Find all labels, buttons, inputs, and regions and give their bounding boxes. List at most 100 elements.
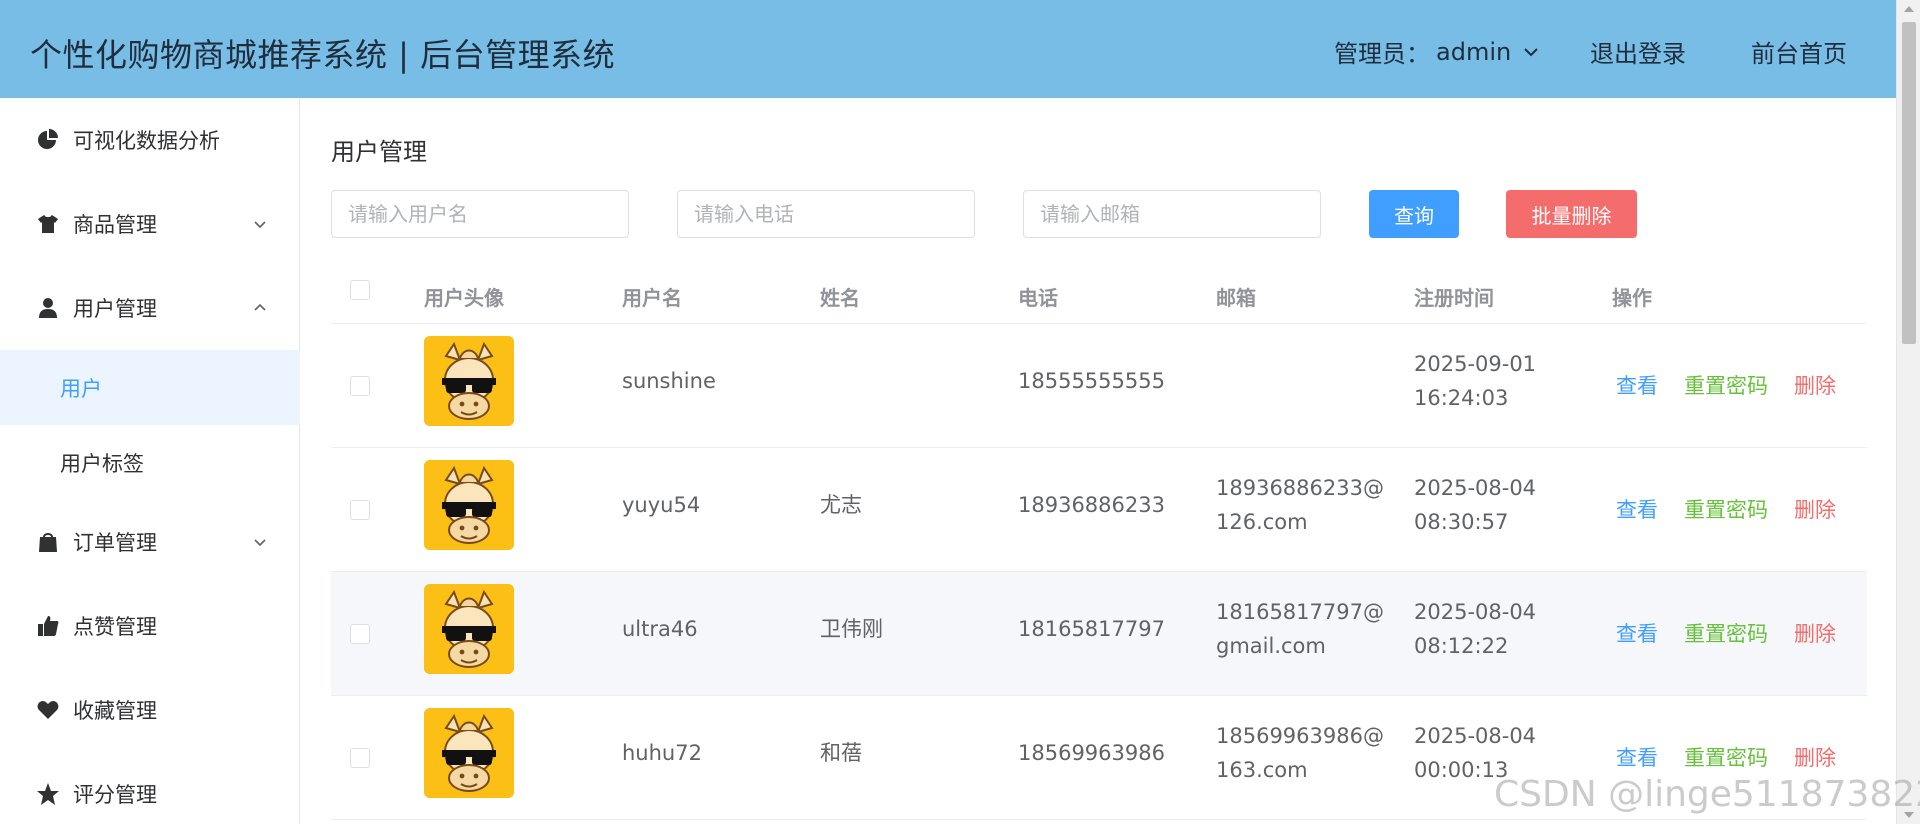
user-table: 用户头像 用户名 姓名 电话 邮箱 注册时间 操作 sunshine 18555… xyxy=(331,268,1867,820)
user-avatar xyxy=(424,336,514,426)
sidebar-item-label: 点赞管理 xyxy=(73,615,157,639)
sidebar: 可视化数据分析 商品管理 用户管理 用户 用户标签 订单管理 点赞管理 收藏管理… xyxy=(0,98,300,824)
row-checkbox[interactable] xyxy=(350,500,370,520)
sidebar-item-products[interactable]: 商品管理 xyxy=(0,182,300,266)
cell-register-date: 2025-09-01 xyxy=(1414,352,1537,376)
table-body: sunshine 18555555555 2025-09-01 16:24:03… xyxy=(331,324,1867,820)
table-row: ultra46 卫伟刚 18165817797 18165817797@ gma… xyxy=(331,572,1867,696)
username-search-input[interactable] xyxy=(331,190,629,238)
cell-register-clock: 08:12:22 xyxy=(1414,634,1509,658)
user-icon xyxy=(36,296,60,320)
table-header: 用户头像 用户名 姓名 电话 邮箱 注册时间 操作 xyxy=(331,268,1867,324)
cell-register-date: 2025-08-04 xyxy=(1414,476,1537,500)
user-avatar xyxy=(424,584,514,674)
delete-link[interactable]: 删除 xyxy=(1794,742,1836,772)
chevron-down-icon xyxy=(254,221,266,229)
shopping-bag-icon xyxy=(36,530,60,554)
reset-password-link[interactable]: 重置密码 xyxy=(1684,618,1768,648)
reset-password-link[interactable]: 重置密码 xyxy=(1684,494,1768,524)
cell-name: 卫伟刚 xyxy=(820,617,883,641)
table-row: yuyu54 尤志 18936886233 18936886233@ 126.c… xyxy=(331,448,1867,572)
main-content: 用户管理 查询 批量删除 用户头像 用户名 姓名 电话 邮箱 注册时间 操作 xyxy=(301,98,1896,824)
cell-email-line-2: gmail.com xyxy=(1216,634,1326,658)
sidebar-item-ratings[interactable]: 评分管理 xyxy=(0,752,300,824)
batch-delete-button[interactable]: 批量删除 xyxy=(1506,190,1637,238)
phone-search-input[interactable] xyxy=(677,190,975,238)
thumbs-up-icon xyxy=(36,614,60,638)
row-checkbox[interactable] xyxy=(350,376,370,396)
view-link[interactable]: 查看 xyxy=(1616,618,1658,648)
cell-register-clock: 08:30:57 xyxy=(1414,510,1509,534)
reset-password-link[interactable]: 重置密码 xyxy=(1684,370,1768,400)
admin-label: 管理员： xyxy=(1334,40,1430,68)
query-button[interactable]: 查询 xyxy=(1369,190,1459,238)
delete-link[interactable]: 删除 xyxy=(1794,618,1836,648)
frontend-home-link[interactable]: 前台首页 xyxy=(1751,34,1847,69)
cell-register-date: 2025-08-04 xyxy=(1414,600,1537,624)
view-link[interactable]: 查看 xyxy=(1616,370,1658,400)
sidebar-item-label: 用户管理 xyxy=(73,297,157,321)
column-header-register-time: 注册时间 xyxy=(1414,286,1494,310)
admin-name: admin xyxy=(1436,37,1512,66)
row-checkbox[interactable] xyxy=(350,624,370,644)
row-checkbox[interactable] xyxy=(350,748,370,768)
cell-email-line-2: 126.com xyxy=(1216,510,1308,534)
cell-email: 18165817797@ gmail.com xyxy=(1216,595,1384,663)
cartoon-horse-avatar-icon xyxy=(424,460,514,550)
cell-register-clock: 16:24:03 xyxy=(1414,386,1509,410)
sidebar-subitem-user-tags[interactable]: 用户标签 xyxy=(0,425,300,500)
user-avatar xyxy=(424,460,514,550)
cell-username: yuyu54 xyxy=(622,493,701,517)
sidebar-item-users[interactable]: 用户管理 xyxy=(0,266,300,350)
sidebar-subitem-label: 用户标签 xyxy=(60,451,144,476)
sidebar-subitem-users[interactable]: 用户 xyxy=(0,350,300,425)
pie-chart-icon xyxy=(36,128,60,152)
select-all-checkbox[interactable] xyxy=(350,280,370,300)
chevron-down-icon xyxy=(254,539,266,547)
sidebar-item-orders[interactable]: 订单管理 xyxy=(0,500,300,584)
scroll-up-arrow-icon[interactable] xyxy=(1904,6,1914,12)
cell-email-line-1: 18936886233@ xyxy=(1216,476,1384,500)
cell-phone: 18569963986 xyxy=(1018,741,1165,765)
cartoon-horse-avatar-icon xyxy=(424,708,514,798)
cartoon-horse-avatar-icon xyxy=(424,336,514,426)
cartoon-horse-avatar-icon xyxy=(424,584,514,674)
column-header-actions: 操作 xyxy=(1612,286,1652,310)
cell-username: ultra46 xyxy=(622,617,698,641)
logout-link[interactable]: 退出登录 xyxy=(1590,34,1686,69)
heart-icon xyxy=(36,698,60,722)
cell-email-line-2: 163.com xyxy=(1216,758,1308,782)
page-scrollbar[interactable] xyxy=(1896,0,1920,824)
column-header-avatar: 用户头像 xyxy=(424,286,504,310)
sidebar-item-label: 商品管理 xyxy=(73,213,157,237)
cell-phone: 18936886233 xyxy=(1018,493,1165,517)
column-header-phone: 电话 xyxy=(1018,286,1058,310)
cell-register-time: 2025-08-04 08:12:22 xyxy=(1414,595,1536,663)
cell-name: 和蓓 xyxy=(820,741,862,765)
column-header-email: 邮箱 xyxy=(1216,286,1256,310)
cell-phone: 18555555555 xyxy=(1018,369,1165,393)
scrollbar-thumb[interactable] xyxy=(1902,22,1916,344)
cell-email-line-1: 18569963986@ xyxy=(1216,724,1384,748)
delete-link[interactable]: 删除 xyxy=(1794,494,1836,524)
sidebar-item-favorites[interactable]: 收藏管理 xyxy=(0,668,300,752)
sidebar-item-label: 可视化数据分析 xyxy=(73,129,220,153)
sidebar-item-data-analysis[interactable]: 可视化数据分析 xyxy=(0,98,300,182)
cell-register-date: 2025-08-04 xyxy=(1414,724,1537,748)
sidebar-item-likes[interactable]: 点赞管理 xyxy=(0,584,300,668)
table-row: sunshine 18555555555 2025-09-01 16:24:03… xyxy=(331,324,1867,448)
sidebar-subitem-label: 用户 xyxy=(60,376,102,401)
admin-dropdown[interactable]: 管理员： admin xyxy=(1334,34,1541,69)
sidebar-item-label: 订单管理 xyxy=(73,531,157,555)
delete-link[interactable]: 删除 xyxy=(1794,370,1836,400)
page-title: 用户管理 xyxy=(331,138,427,166)
view-link[interactable]: 查看 xyxy=(1616,494,1658,524)
column-header-name: 姓名 xyxy=(820,286,860,310)
cell-username: huhu72 xyxy=(622,741,702,765)
email-search-input[interactable] xyxy=(1023,190,1321,238)
view-link[interactable]: 查看 xyxy=(1616,742,1658,772)
chevron-down-icon xyxy=(1524,47,1538,56)
cell-register-time: 2025-09-01 16:24:03 xyxy=(1414,347,1536,415)
reset-password-link[interactable]: 重置密码 xyxy=(1684,742,1768,772)
system-title: 个性化购物商城推荐系统 | 后台管理系统 xyxy=(30,36,616,74)
